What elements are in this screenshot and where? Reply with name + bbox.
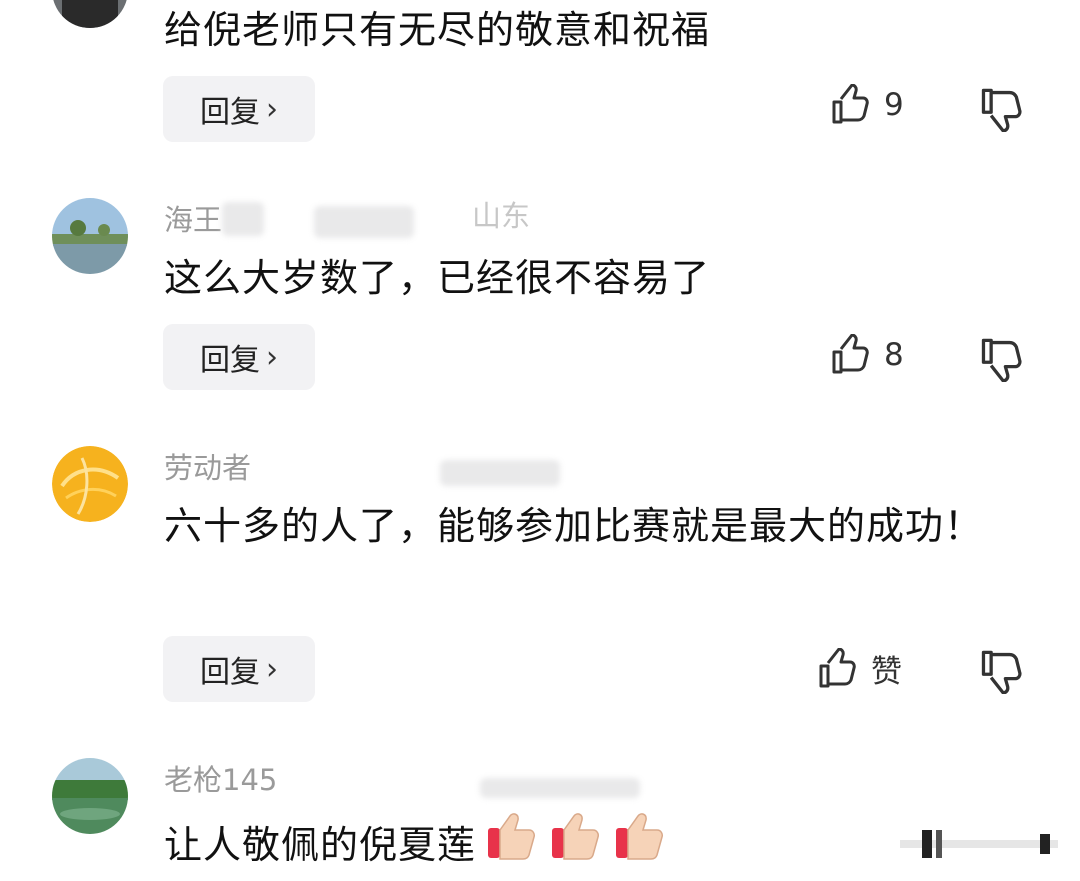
comment-item: 海王 山东 这么大岁数了，已经很不容易了 回复 › 8 — [0, 190, 1080, 410]
reply-button[interactable]: 回复 › — [163, 324, 315, 390]
redacted-meta — [440, 460, 560, 486]
comment-text: 给倪老师只有无尽的敬意和祝福 — [164, 8, 711, 52]
comment-item: 给倪老师只有无尽的敬意和祝福 回复 › 9 — [0, 0, 1080, 170]
avatar[interactable] — [52, 0, 128, 28]
dislike-button[interactable] — [978, 336, 1024, 383]
reply-button[interactable]: 回复 › — [163, 636, 315, 702]
reply-label: 回复 — [200, 95, 260, 130]
comment-text: 让人敬佩的倪夏莲 — [164, 808, 784, 875]
username[interactable]: 海王 — [164, 200, 222, 240]
avatar[interactable] — [52, 446, 128, 522]
reply-label: 回复 — [200, 343, 260, 378]
like-count: 8 — [884, 337, 904, 373]
like-button[interactable]: 9 — [830, 84, 904, 126]
thumbs-up-emoji — [484, 808, 540, 864]
redacted-username — [222, 202, 264, 236]
comment-item: 劳动者 六十多的人了，能够参加比赛就是最大的成功！ 回复 › 赞 — [0, 438, 1080, 728]
like-button[interactable]: 8 — [830, 334, 904, 376]
username[interactable]: 老枪145 — [164, 760, 277, 800]
avatar[interactable] — [52, 758, 128, 834]
redacted-meta — [314, 206, 414, 238]
like-button[interactable]: 赞 — [817, 646, 902, 691]
thumbs-up-icon — [832, 84, 869, 124]
reply-button[interactable]: 回复 › — [163, 76, 315, 142]
location-text: 山东 — [472, 199, 531, 233]
like-count: 9 — [884, 87, 904, 123]
avatar[interactable] — [52, 198, 128, 274]
dislike-button[interactable] — [978, 648, 1024, 695]
thumbs-down-icon — [981, 650, 1022, 695]
thumbs-up-emoji — [548, 808, 604, 864]
dislike-button[interactable] — [978, 86, 1024, 133]
chevron-right-icon: › — [266, 651, 278, 687]
thumbs-up-icon — [819, 647, 856, 687]
username[interactable]: 劳动者 — [164, 448, 251, 488]
reply-label: 回复 — [200, 655, 260, 690]
like-label: 赞 — [871, 654, 902, 690]
chevron-right-icon: › — [266, 339, 278, 375]
chevron-right-icon: › — [266, 91, 278, 127]
redacted-meta — [480, 778, 640, 798]
comment-text: 这么大岁数了，已经很不容易了 — [164, 256, 711, 300]
comment-text: 六十多的人了，能够参加比赛就是最大的成功！ — [164, 504, 984, 548]
thumbs-up-emoji — [612, 808, 668, 864]
thumbs-down-icon — [981, 88, 1022, 133]
thumbs-down-icon — [981, 338, 1022, 383]
scroll-handle[interactable] — [900, 826, 1058, 862]
thumbs-up-icon — [832, 334, 869, 374]
